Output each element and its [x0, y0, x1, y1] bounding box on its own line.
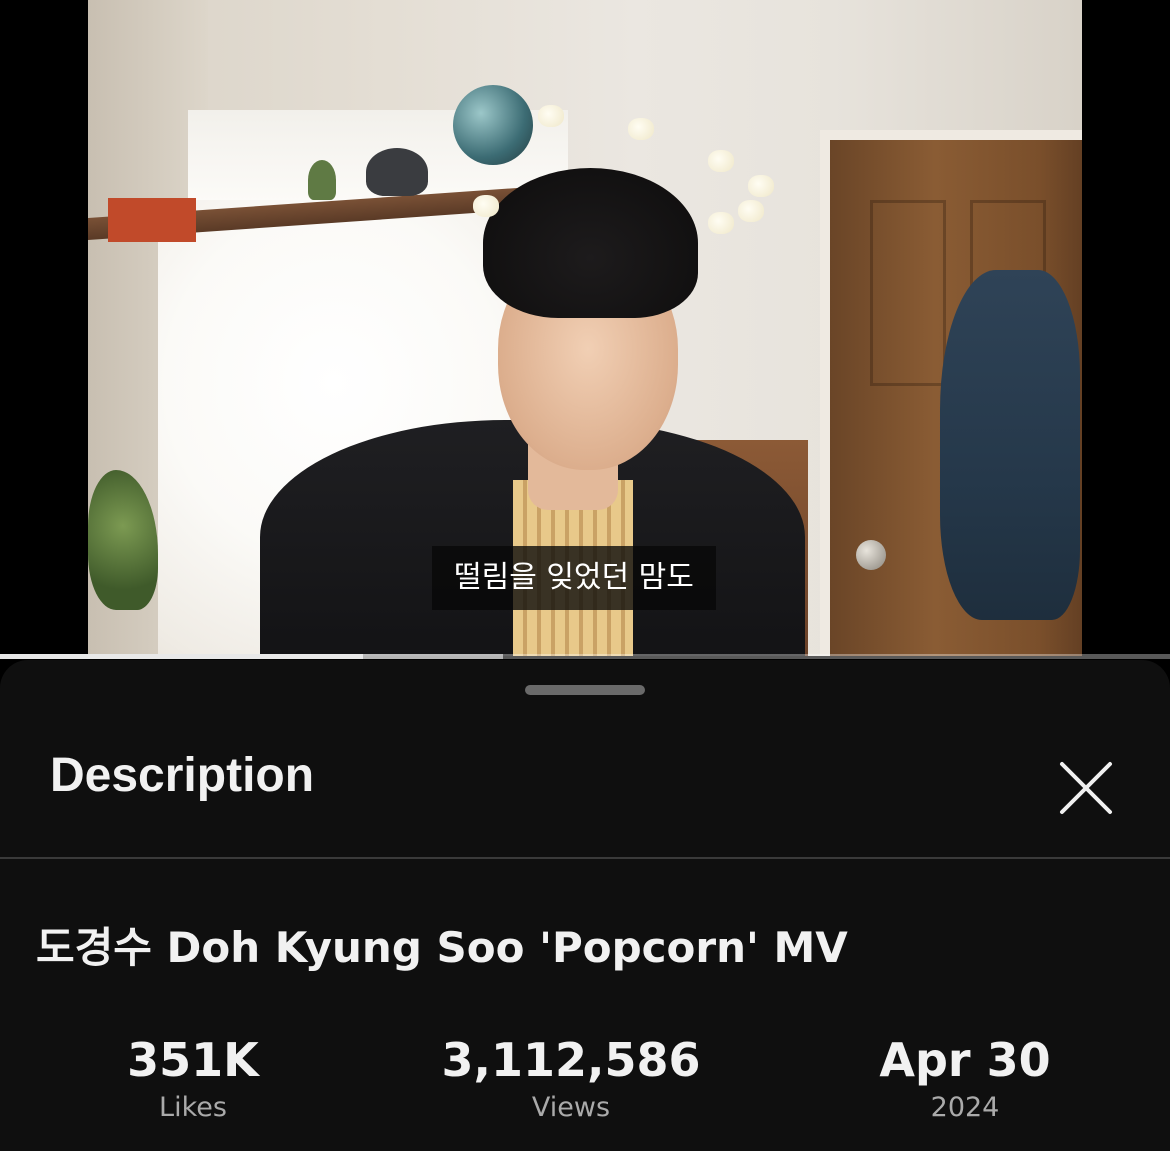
popcorn-decoration — [708, 212, 734, 234]
views-label: Views — [531, 1092, 611, 1123]
sheet-title: Description — [50, 749, 315, 802]
drag-handle[interactable] — [525, 685, 645, 695]
stat-date: Apr 30 2024 — [805, 1032, 1125, 1128]
close-icon — [1060, 762, 1112, 814]
popcorn-decoration — [538, 105, 564, 127]
description-sheet: Description 도경수 Doh Kyung Soo 'Popcorn' … — [0, 660, 1170, 1151]
likes-label: Likes — [159, 1092, 227, 1123]
video-scene-plant — [308, 160, 336, 200]
divider — [0, 857, 1170, 859]
popcorn-decoration — [748, 175, 774, 197]
likes-count: 351K — [127, 1033, 259, 1087]
publish-year: 2024 — [930, 1092, 1000, 1123]
video-title: 도경수 Doh Kyung Soo 'Popcorn' MV — [36, 923, 848, 972]
video-progress-bar[interactable] — [0, 654, 1170, 659]
stat-likes: 351K Likes — [33, 1032, 353, 1128]
video-scene-box — [108, 198, 196, 242]
video-progress-played — [0, 654, 363, 659]
video-scene-helmet — [366, 148, 428, 196]
popcorn-decoration — [473, 195, 499, 217]
video-scene-globe — [453, 85, 533, 165]
video-scene-jacket — [940, 270, 1080, 620]
close-button[interactable] — [1048, 750, 1124, 826]
views-count: 3,112,586 — [441, 1033, 701, 1087]
popcorn-decoration — [738, 200, 764, 222]
publish-date: Apr 30 — [879, 1033, 1051, 1087]
video-scene-door-knob — [856, 540, 886, 570]
video-subtitle: 떨림을 잊었던 맘도 — [432, 546, 716, 610]
door-panel — [870, 200, 946, 386]
video-player[interactable]: 떨림을 잊었던 맘도 — [0, 0, 1170, 660]
video-scene-hair — [483, 168, 698, 318]
popcorn-decoration — [628, 118, 654, 140]
stat-views: 3,112,586 Views — [411, 1032, 731, 1128]
popcorn-decoration — [708, 150, 734, 172]
